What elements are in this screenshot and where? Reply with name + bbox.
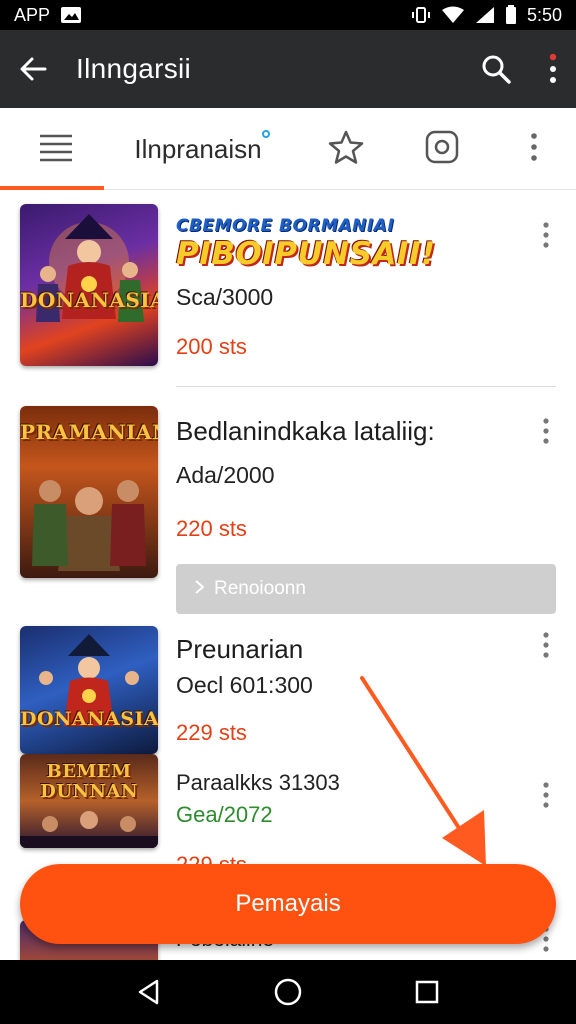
product-list: DONANASIA CBEMORE BORMANIAI PIBOIPUNSAII… [0,190,576,960]
status-bar: APP 5:50 [0,0,576,30]
vibrate-icon [411,6,431,24]
promo-banner-title: CBEMORE BORMANIAI PIBOIPUNSAII! [176,216,436,272]
clock: 5:50 [526,4,562,25]
item-price: 229 sts [176,720,247,745]
thumbnail-caption: BEMEM DUNNAN [40,761,138,802]
overflow-menu-icon[interactable] [548,53,558,85]
nav-home-icon[interactable] [274,978,302,1006]
item-subtitle: Sca/3000 [176,284,274,310]
promo-banner-top: CBEMORE BORMANIAI [176,216,395,236]
item-price: 200 sts [176,334,247,359]
nav-back-icon[interactable] [137,979,161,1005]
item-price: 220 sts [176,516,247,541]
star-icon [327,129,365,170]
more-vert-icon [530,132,538,166]
item-more-icon[interactable] [536,416,556,446]
thumbnail-caption: PRAMANIAN [20,420,158,444]
app-title: Ilnngarsii [76,53,192,84]
item-action-button[interactable]: Renoioonn [176,564,556,614]
list-item[interactable]: DONANASIA Preunarian Oecl 601:300 229 st… [0,620,576,754]
item-subtitle: Oecl 601:300 [176,672,313,698]
item-action-label: Renoioonn [214,578,306,599]
primary-action-label: Pemayais [235,890,341,917]
system-nav-bar [0,960,576,1024]
tab-bar: Ilnpranaisn [0,108,576,190]
thumbnail-caption: DONANASIA [20,288,158,312]
primary-action-button[interactable]: Pemayais [20,864,556,944]
item-title: Preunarian [176,634,304,664]
item-more-icon[interactable] [536,220,556,250]
item-more-icon[interactable] [536,630,556,660]
search-icon[interactable] [480,53,512,85]
camera-icon [424,129,460,170]
nav-recents-icon[interactable] [415,980,439,1004]
item-subtitle: Ada/2000 [176,462,275,488]
list-icon [38,132,74,167]
tab-main[interactable]: Ilnpranaisn [118,108,278,190]
battery-icon [505,5,517,25]
item-title: Paraalkks 31303 [176,770,340,795]
tab-badge-dot [262,130,270,138]
item-title: Bedlanindkaka lataliig: [176,416,435,446]
list-item[interactable]: PRAMANIAN Bedlanindkaka lataliig: Ada/20… [0,390,576,620]
promo-banner-main: PIBOIPUNSAII! [176,236,436,272]
play-icon [194,578,205,600]
game-thumbnail: DONANASIA [20,626,158,754]
tab-main-label: Ilnpranaisn [134,133,262,164]
carrier-label: APP [14,4,51,25]
game-thumbnail: PRAMANIAN [20,406,158,578]
item-subtitle: Gea/2072 [176,802,273,827]
game-thumbnail: BEMEM DUNNAN [20,754,158,848]
item-more-icon[interactable] [536,780,556,810]
game-thumbnail: DONANASIA [20,204,158,366]
tab-favorites[interactable] [318,108,374,190]
thumbnail-caption: DONANASIA [20,708,158,730]
signal-icon [475,6,495,24]
divider [176,386,556,387]
photo-notification-icon [60,6,82,24]
tab-list[interactable] [22,108,90,190]
app-bar: Ilnngarsii [0,30,576,108]
tab-camera[interactable] [414,108,470,190]
wifi-icon [441,6,465,24]
list-item[interactable]: DONANASIA CBEMORE BORMANIAI PIBOIPUNSAII… [0,190,576,390]
back-arrow-icon[interactable] [18,54,48,84]
tab-more[interactable] [516,108,552,190]
